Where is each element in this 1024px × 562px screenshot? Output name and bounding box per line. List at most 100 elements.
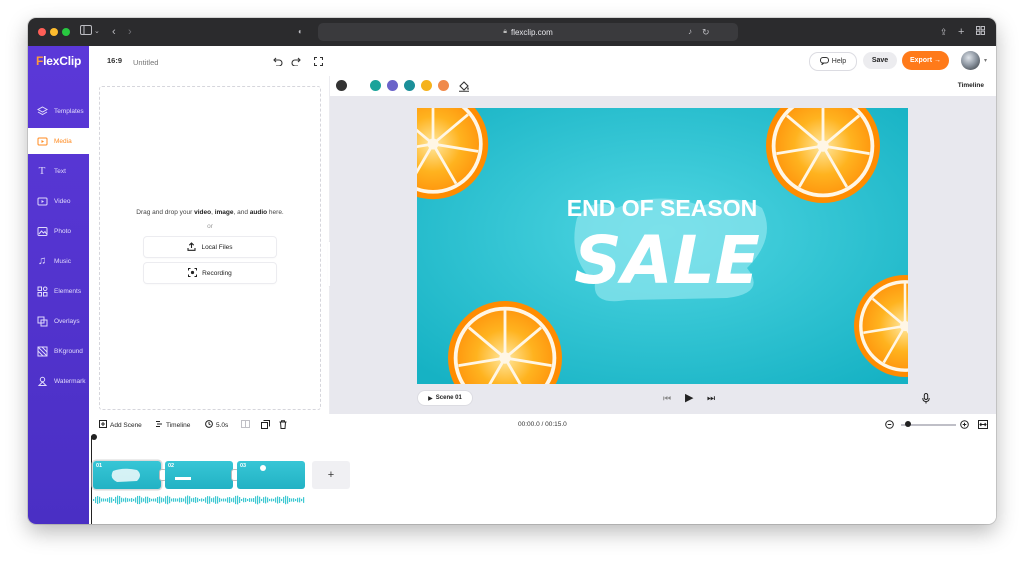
split-icon[interactable] (241, 420, 250, 428)
close-window-button[interactable] (38, 28, 46, 36)
waveform-bar (267, 497, 269, 503)
waveform-bar (243, 497, 245, 503)
trash-icon[interactable] (279, 420, 287, 429)
sidebar-item-media[interactable]: Media (28, 128, 89, 154)
skip-forward-icon[interactable]: ⏭︎ (707, 393, 715, 403)
sidebar-item-label: Music (54, 257, 71, 265)
timeline-button[interactable]: Timeline (155, 420, 190, 430)
sidebar-item-label: Watermark (54, 377, 86, 385)
media-icon (36, 135, 48, 147)
color-swatch[interactable] (438, 80, 449, 91)
fit-timeline-icon[interactable] (978, 420, 988, 429)
undo-icon[interactable] (272, 55, 284, 67)
maximize-window-button[interactable] (62, 28, 70, 36)
video-canvas[interactable]: END OF SEASON SALE (417, 108, 908, 384)
duplicate-icon[interactable] (261, 420, 270, 429)
zoom-out-icon[interactable] (885, 420, 894, 429)
scene-clip[interactable]: 01 (93, 461, 161, 489)
waveform-bar (211, 498, 213, 502)
waveform-bar (181, 497, 183, 503)
photo-icon (36, 225, 48, 237)
zoom-slider-handle[interactable] (904, 421, 911, 427)
drop-text-image: image (214, 209, 234, 216)
add-scene-button[interactable]: Add Scene (99, 420, 142, 430)
forward-icon[interactable]: › (128, 25, 132, 39)
elements-icon (36, 285, 48, 297)
duration-button[interactable]: 5.0s (205, 420, 228, 430)
shield-icon[interactable]: ◐ (298, 25, 303, 39)
project-title-input[interactable] (131, 53, 235, 71)
browser-chrome: ⌄ ‹ › ◐ 🔒︎ flexclip.com ♪ ↻ ⇪ + (28, 18, 996, 46)
flexclip-logo[interactable]: FlexClip (36, 54, 81, 68)
waveform-bar (197, 497, 199, 503)
waveform-bar (299, 497, 301, 503)
local-files-button[interactable]: Local Files (144, 237, 276, 257)
skip-back-icon[interactable]: ⏮︎ (663, 393, 671, 403)
microphone-icon[interactable]: ♪ (688, 25, 692, 39)
sidebar-item-label: Photo (54, 227, 71, 235)
color-swatch[interactable] (387, 80, 398, 91)
preview-stage: END OF SEASON SALE ▶ Scene 01 ⏮︎ ▶ ⏭︎ (330, 96, 996, 414)
microphone-icon[interactable] (922, 393, 930, 406)
sidebar-item-text[interactable]: T Text (28, 158, 89, 184)
sidebar-item-watermark[interactable]: Watermark (28, 368, 89, 394)
sidebar-item-templates[interactable]: Templates (28, 98, 89, 124)
waveform-bar (217, 496, 219, 504)
save-button[interactable]: Save (863, 52, 897, 69)
media-dropzone[interactable]: Drag and drop your video, image, and aud… (99, 86, 321, 410)
minimize-window-button[interactable] (50, 28, 58, 36)
color-swatch[interactable] (370, 80, 381, 91)
timeline-view-toggle[interactable]: Timeline (958, 82, 984, 89)
paint-bucket-icon[interactable] (458, 79, 470, 97)
fullscreen-icon[interactable] (312, 55, 324, 67)
scene-clip[interactable]: 03 (237, 461, 305, 489)
sidebar-item-label: Video (54, 197, 71, 205)
new-tab-icon[interactable]: + (958, 25, 964, 39)
address-bar[interactable]: 🔒︎ flexclip.com (318, 23, 738, 41)
recording-button[interactable]: Recording (144, 263, 276, 283)
sidebar-toggle-icon[interactable] (80, 25, 92, 39)
play-icon[interactable]: ▶ (685, 393, 693, 404)
scene-clip[interactable]: 02 (165, 461, 233, 489)
sidebar-item-bkground[interactable]: BKground (28, 338, 89, 364)
aspect-ratio-selector[interactable]: 16:9 (107, 56, 122, 65)
waveform-bar (177, 498, 179, 502)
color-swatch[interactable] (336, 80, 347, 91)
chevron-down-icon[interactable]: ⌄ (94, 25, 100, 39)
timeline-toolbar: Add Scene Timeline 5.0s 00:00.0 / 00:15.… (89, 414, 996, 437)
color-swatch[interactable] (404, 80, 415, 91)
color-swatch[interactable] (421, 80, 432, 91)
redo-icon[interactable] (290, 55, 302, 67)
reload-icon[interactable]: ↻ (702, 25, 710, 39)
audio-waveform[interactable] (93, 494, 305, 506)
sidebar-item-music[interactable]: ♫ Music (28, 248, 89, 274)
zoom-in-icon[interactable] (960, 420, 969, 429)
export-button[interactable]: Export → (902, 51, 949, 70)
add-clip-button[interactable]: + (312, 461, 350, 489)
waveform-bar (103, 498, 105, 502)
chevron-down-icon[interactable]: ▾ (984, 57, 987, 64)
overlays-icon (36, 315, 48, 327)
watermark-icon (36, 375, 48, 387)
waveform-bar (255, 496, 257, 504)
tab-overview-icon[interactable] (976, 25, 985, 39)
waveform-bar (287, 496, 289, 504)
playhead-handle[interactable] (90, 434, 97, 440)
back-icon[interactable]: ‹ (112, 25, 116, 39)
scene-selector[interactable]: ▶ Scene 01 (418, 391, 472, 405)
help-button[interactable]: Help (809, 52, 857, 71)
timeline-label: Timeline (166, 421, 191, 429)
sidebar-item-label: Text (54, 167, 66, 175)
avatar[interactable] (961, 51, 980, 70)
sidebar-item-elements[interactable]: Elements (28, 278, 89, 304)
media-panel: Drag and drop your video, image, and aud… (89, 76, 330, 436)
clip-thumbnail (260, 465, 266, 471)
waveform-bar (263, 497, 265, 503)
playhead[interactable] (90, 434, 97, 524)
share-icon[interactable]: ⇪ (940, 25, 948, 39)
sidebar-item-overlays[interactable]: Overlays (28, 308, 89, 334)
waveform-bar (119, 495, 121, 505)
sidebar-item-photo[interactable]: Photo (28, 218, 89, 244)
drop-instructions: Drag and drop your video, image, and aud… (100, 209, 320, 216)
sidebar-item-video[interactable]: Video (28, 188, 89, 214)
